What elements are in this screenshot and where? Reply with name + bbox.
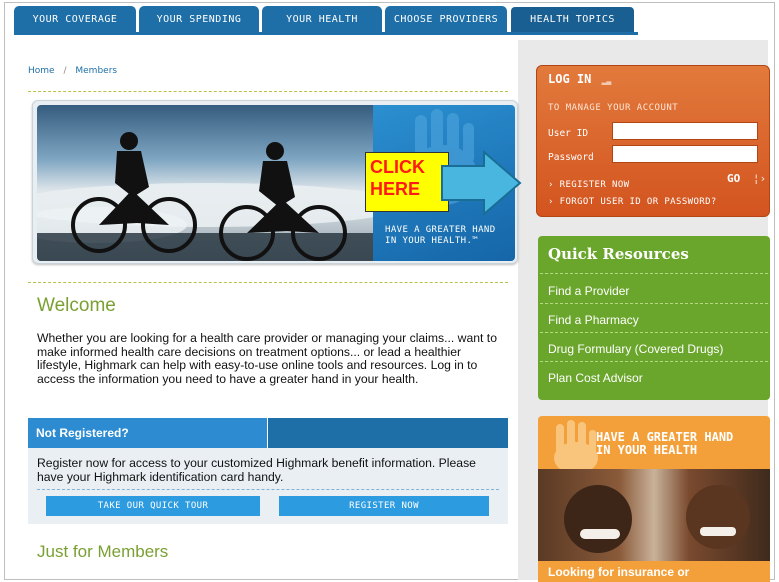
hero-tagline: HAVE A GREATER HAND IN YOUR HEALTH.™ (385, 225, 496, 247)
user-id-label: User ID (548, 128, 589, 139)
divider (540, 303, 768, 304)
divider (37, 489, 499, 490)
tab-your-spending[interactable]: YOUR SPENDING (139, 6, 259, 32)
quick-tour-button[interactable]: TAKE OUR QUICK TOUR (46, 496, 260, 516)
hero-tagline-line2: IN YOUR HEALTH.™ (385, 236, 479, 246)
tab-health-topics[interactable]: HEALTH TOPICS (510, 6, 635, 32)
login-subtitle: TO MANAGE YOUR ACCOUNT (548, 103, 679, 113)
password-input[interactable] (612, 145, 758, 163)
not-registered-panel: Not Registered? Register now for access … (28, 418, 508, 524)
welcome-text: Whether you are looking for a health car… (37, 331, 497, 386)
breadcrumb: Home / Members (28, 66, 117, 76)
not-registered-title: Not Registered? (28, 418, 268, 448)
login-panel (536, 65, 770, 217)
quick-resource-drug-formulary[interactable]: Drug Formulary (Covered Drugs) (548, 342, 758, 356)
quick-resource-find-provider[interactable]: Find a Provider (548, 284, 758, 298)
not-registered-header: Not Registered? (28, 418, 508, 448)
user-id-input[interactable] (612, 122, 758, 140)
signal-icon: ▂▃ (601, 76, 612, 85)
cyclists-illustration (37, 132, 373, 261)
breadcrumb-separator: / (63, 66, 67, 76)
go-chevron-icon: ¦› (752, 172, 767, 185)
quick-resources-title: Quick Resources (548, 245, 689, 263)
quick-resource-find-pharmacy[interactable]: Find a Pharmacy (548, 313, 758, 327)
just-for-members-heading: Just for Members (37, 542, 169, 561)
callout-line2: HERE (370, 179, 421, 199)
smiling-people-illustration (564, 485, 750, 553)
divider (28, 91, 508, 92)
tab-your-coverage[interactable]: YOUR COVERAGE (14, 6, 136, 32)
hero-tagline-line1: HAVE A GREATER HAND (385, 225, 496, 235)
promo-photo (538, 469, 770, 561)
go-button-label: GO (727, 172, 741, 185)
register-now-button[interactable]: REGISTER NOW (279, 496, 489, 516)
go-button[interactable]: GO ¦› (727, 172, 766, 185)
callout-line1: CLICK (370, 157, 425, 177)
quick-resource-plan-cost-advisor[interactable]: Plan Cost Advisor (548, 371, 758, 385)
nav-underline (14, 32, 638, 35)
divider (28, 282, 508, 283)
cyclists-photo (37, 105, 373, 261)
register-now-link[interactable]: › REGISTER NOW (548, 180, 629, 190)
breadcrumb-home[interactable]: Home (28, 66, 55, 76)
welcome-heading: Welcome (37, 295, 116, 316)
click-here-text: CLICK HERE (370, 156, 425, 200)
divider (540, 332, 768, 333)
promo-title-line2: IN YOUR HEALTH (596, 443, 698, 457)
tab-your-health[interactable]: YOUR HEALTH (262, 6, 382, 32)
divider (540, 361, 768, 362)
top-nav: YOUR COVERAGE YOUR SPENDING YOUR HEALTH … (14, 6, 638, 32)
login-title-text: LOG IN (548, 72, 592, 86)
tab-choose-providers[interactable]: CHOOSE PROVIDERS (385, 6, 507, 32)
right-arrow-icon (441, 150, 522, 216)
promo-bottom-text[interactable]: Looking for insurance or (548, 565, 689, 579)
password-label: Password (548, 152, 594, 163)
login-title: LOG IN ▂▃ (548, 72, 611, 86)
not-registered-text: Register now for access to your customiz… (37, 456, 476, 484)
forgot-credentials-link[interactable]: › FORGOT USER ID OR PASSWORD? (548, 197, 717, 207)
breadcrumb-current[interactable]: Members (75, 66, 117, 76)
divider (540, 273, 768, 274)
promo-title: HAVE A GREATER HAND IN YOUR HEALTH (596, 431, 733, 457)
